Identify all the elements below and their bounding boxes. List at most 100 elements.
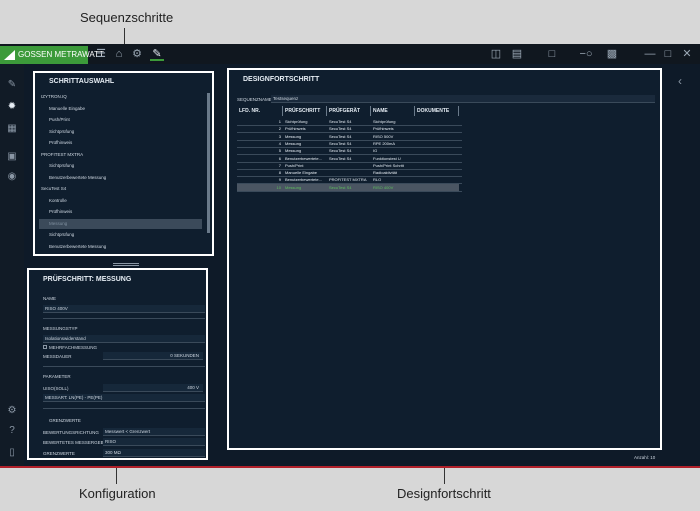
maximize-icon[interactable]: □ [661,47,675,61]
table-cell[interactable] [327,169,371,176]
table-cell[interactable]: RPE 200mA [371,140,415,147]
table-cell[interactable] [415,169,459,176]
table-cell[interactable]: SecuTest S4 [327,183,371,191]
table-cell[interactable]: SecuTest S4 [327,147,371,154]
table-cell[interactable]: 10 [237,183,283,191]
settings-icon[interactable]: ⚙ [130,47,144,61]
table-cell[interactable]: 6 [237,155,283,162]
table-cell[interactable] [415,133,459,140]
tree-item[interactable]: Benutzerbewertete Messung [39,173,202,183]
table-cell[interactable]: 3 [237,133,283,140]
column-header[interactable]: LFD. NR. [237,106,283,116]
uiso-stepper[interactable]: 400 V [103,384,203,392]
table-cell[interactable] [415,140,459,147]
minimize-icon[interactable]: — [643,47,657,61]
table-cell[interactable] [327,162,371,169]
panel-splitter[interactable] [113,263,139,266]
mehrfachmessung-checkbox[interactable] [43,345,47,349]
tree-item[interactable]: Prüfhinweis [39,207,202,217]
bewertetes-select[interactable]: RISO [103,438,205,446]
bewertung-select[interactable]: Messwert < Grenzwert [103,428,205,436]
table-cell[interactable] [415,118,459,125]
table-cell[interactable]: PROFITEST MXTRA [327,176,371,183]
tree-group[interactable]: SecuTest S4 [39,184,202,194]
table-cell[interactable]: 2 [237,125,283,132]
table-cell[interactable]: 7 [237,162,283,169]
tree-item[interactable]: Messung [39,218,202,229]
table-cell[interactable]: SecuTest S4 [327,140,371,147]
table-cell[interactable] [415,125,459,132]
table-cell[interactable]: Manuelle Eingabe [283,169,327,176]
sequenzname-input[interactable]: Testsequenz [271,95,655,103]
table-cell[interactable]: IG [371,147,415,154]
messart-select[interactable]: MESSART: LN(PE) - PE(PE) [43,394,205,402]
messdauer-stepper[interactable]: 0 SEKUNDEN [103,352,203,360]
tree-group[interactable]: IZYTRON.IQ [39,92,202,102]
zoom-icon[interactable]: −○ [572,47,600,61]
delete-icon[interactable]: ▯ [5,446,19,460]
table-cell[interactable] [415,147,459,154]
wrench-icon[interactable]: ✎ [5,78,19,92]
table-cell[interactable]: Messung [283,183,327,191]
edit-icon[interactable]: ✎ [150,47,164,61]
table-cell[interactable]: Messung [283,140,327,147]
cursor-icon[interactable]: □ [545,47,559,61]
collapse-arrow-icon[interactable]: ‹ [678,74,682,88]
close-icon[interactable]: ✕ [680,47,694,61]
grenzwert-input[interactable]: 300 MΩ [103,449,205,457]
table-cell[interactable]: 4 [237,140,283,147]
tree-item[interactable]: Prüfhinweis [39,138,202,148]
column-header[interactable]: PRÜFGERÄT [327,106,371,116]
table-cell[interactable] [415,155,459,162]
column-header[interactable]: NAME [371,106,415,116]
table-cell[interactable]: RISO 500V [371,133,415,140]
tree-item[interactable]: Sichtprüfung [39,127,202,137]
menu-icon[interactable]: ☰ [94,47,108,61]
table-cell[interactable]: SecuTest S4 [327,118,371,125]
column-header[interactable]: DOKUMENTE [415,106,459,116]
table-cell[interactable] [415,162,459,169]
tree-item[interactable]: Push/Print [39,115,202,125]
table-cell[interactable]: RISO 400V [371,183,415,191]
table-cell[interactable]: RLO [371,176,415,183]
table-cell[interactable]: Sichtprüfung [371,118,415,125]
tree-item[interactable]: Benutzerbewertete Messung [39,242,202,252]
tree-item[interactable]: Kontrolle [39,196,202,206]
home-icon[interactable]: ⌂ [112,47,126,61]
table-cell[interactable]: Benutzerbewertete... [283,155,327,162]
table-cell[interactable]: Prüfhinweis [283,125,327,132]
table-cell[interactable] [415,176,459,183]
table-cell[interactable]: SecuTest S4 [327,125,371,132]
table-cell[interactable]: Messung [283,147,327,154]
name-input[interactable]: RISO 400V [43,305,205,313]
settings-small-icon[interactable]: ⚙ [5,404,19,418]
table-cell[interactable]: Benutzerbewertete... [283,176,327,183]
table-cell[interactable]: Sichtprüfung [283,118,327,125]
table-cell[interactable]: Push/Print Schritt [371,162,415,169]
tree-item[interactable]: Sichtprüfung [39,230,202,240]
table-cell[interactable]: Funktionstest U [371,155,415,162]
globe-icon[interactable]: ◉ [5,170,19,184]
table-cell[interactable]: Messung [283,133,327,140]
table-cell[interactable]: 1 [237,118,283,125]
tree-group[interactable]: PROFITEST MXTRA [39,150,202,160]
chart-icon[interactable]: ▦ [5,122,19,136]
help-icon[interactable]: ? [5,424,19,438]
table-cell[interactable]: SecuTest S4 [327,133,371,140]
keyboard-icon[interactable]: ▩ [605,47,619,61]
table-cell[interactable]: 5 [237,147,283,154]
tree-item[interactable]: Sichtprüfung [39,161,202,171]
panel-icon[interactable]: ◫ [489,47,503,61]
messungstyp-select[interactable]: Isolationswiderstand [43,335,205,343]
gear-icon[interactable]: ✹ [5,100,19,114]
column-header[interactable]: PRÜFSCHRITT [283,106,327,116]
table-cell[interactable]: 9 [237,176,283,183]
table-cell[interactable]: SecuTest S4 [327,155,371,162]
trash-icon[interactable]: ▤ [510,47,524,61]
tree-scrollbar[interactable] [207,93,210,233]
tree-item[interactable]: Manuelle Eingabe [39,104,202,114]
calendar-icon[interactable]: ▣ [5,150,19,164]
table-cell[interactable] [415,183,459,191]
table-cell[interactable]: Prüfhinweis [371,125,415,132]
table-cell[interactable]: Push/Print [283,162,327,169]
